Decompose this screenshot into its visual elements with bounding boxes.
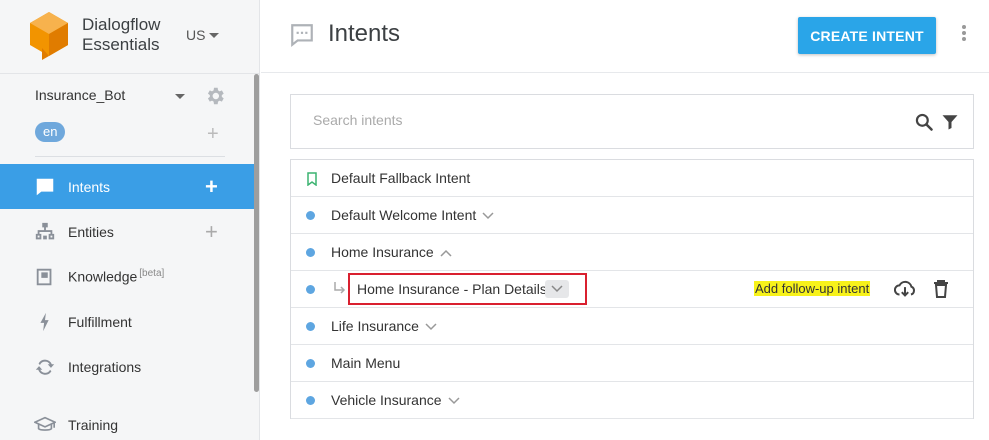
caret-down-icon [209, 32, 220, 38]
entities-icon [35, 222, 55, 240]
search-input[interactable] [313, 112, 873, 128]
region-label: US [186, 27, 206, 43]
intent-name[interactable]: Life Insurance [331, 318, 419, 334]
sidebar-item-label: Fulfillment [68, 313, 132, 330]
trash-icon[interactable] [933, 279, 949, 299]
sidebar: Dialogflow Essentials US Insurance_Bot e… [0, 0, 260, 440]
sidebar-scrollbar[interactable] [254, 74, 259, 392]
intents-list: Default Fallback Intent Default Welcome … [290, 159, 974, 419]
intent-status-dot [306, 285, 315, 294]
brand-header: Dialogflow Essentials US [0, 0, 259, 74]
create-intent-button[interactable]: CREATE INTENT [798, 17, 936, 54]
main-panel: Intents CREATE INTENT Default Fallback I… [261, 0, 989, 440]
intent-name-wrap: Vehicle Insurance [331, 392, 460, 408]
language-badge[interactable]: en [35, 122, 66, 142]
chevron-down-icon [551, 285, 563, 293]
sidebar-divider [35, 156, 225, 157]
intent-name[interactable]: Home Insurance - Plan Details [357, 281, 547, 297]
beta-badge: [beta] [139, 268, 165, 280]
intent-row[interactable]: Default Welcome Intent [291, 197, 973, 234]
sidebar-item-label: Intents [68, 178, 111, 195]
sidebar-item-label: Knowledge [beta] [68, 268, 164, 285]
intent-name-wrap: Home Insurance [331, 244, 452, 260]
intent-status-dot [306, 248, 315, 257]
expand-toggle[interactable] [545, 280, 569, 298]
sidebar-item-knowledge[interactable]: Knowledge [beta] [0, 254, 254, 299]
search-bar [290, 94, 974, 149]
sidebar-item-training[interactable]: Training [0, 402, 254, 440]
brand-line-1: Dialogflow [82, 15, 161, 34]
intent-row-selected[interactable]: Home Insurance - Plan Details Add follow… [291, 271, 973, 308]
chevron-down-icon[interactable] [482, 212, 494, 220]
intent-name[interactable]: Default Welcome Intent [331, 207, 476, 223]
search-icon[interactable] [914, 112, 934, 132]
bolt-icon [40, 312, 49, 332]
gear-icon[interactable] [204, 85, 226, 107]
intent-status-dot [306, 359, 315, 368]
agent-name[interactable]: Insurance_Bot [35, 87, 125, 103]
brand-name: Dialogflow Essentials [82, 15, 160, 55]
integrations-icon [35, 359, 55, 375]
sidebar-item-label: Training [68, 416, 119, 433]
bookmark-icon [307, 172, 317, 186]
intent-row[interactable]: Life Insurance [291, 308, 973, 345]
page-header: Intents CREATE INTENT [261, 0, 989, 73]
knowledge-label: Knowledge [68, 268, 138, 285]
intent-row[interactable]: Main Menu [291, 345, 973, 382]
intent-row[interactable]: Vehicle Insurance [291, 382, 973, 419]
chevron-up-icon[interactable] [440, 249, 452, 257]
sidebar-item-label: Integrations [68, 358, 142, 375]
intent-status-dot [306, 396, 315, 405]
chevron-down-icon[interactable] [425, 323, 437, 331]
training-icon [34, 416, 56, 431]
dialogflow-logo [30, 12, 68, 60]
more-vert-icon[interactable] [961, 24, 967, 42]
sidebar-item-label: Entities [68, 223, 114, 240]
cloud-download-icon[interactable] [894, 279, 916, 299]
intent-name[interactable]: Main Menu [331, 355, 400, 371]
add-language-icon[interactable]: + [207, 124, 219, 144]
sidebar-item-entities[interactable]: Entities + [0, 209, 254, 254]
subdirectory-arrow-icon [334, 282, 346, 294]
intent-name[interactable]: Default Fallback Intent [331, 170, 470, 186]
knowledge-icon [36, 268, 52, 286]
intent-name[interactable]: Vehicle Insurance [331, 392, 442, 408]
page-title: Intents [328, 20, 401, 47]
region-selector[interactable]: US [186, 27, 220, 43]
filter-icon[interactable] [941, 113, 959, 131]
intent-name[interactable]: Home Insurance [331, 244, 434, 260]
brand-line-2: Essentials [82, 35, 160, 54]
intent-name-wrap: Default Welcome Intent [331, 207, 494, 223]
add-intent-icon[interactable]: + [205, 175, 218, 198]
intent-status-dot [306, 322, 315, 331]
intent-name-wrap: Life Insurance [331, 318, 437, 334]
intents-icon [36, 178, 54, 196]
add-followup-intent-link[interactable]: Add follow-up intent [754, 281, 871, 296]
chevron-down-icon[interactable] [448, 397, 460, 405]
intents-header-icon [291, 24, 313, 48]
add-entity-icon[interactable]: + [205, 220, 218, 243]
intent-status-dot [306, 211, 315, 220]
intent-row[interactable]: Home Insurance [291, 234, 973, 271]
sidebar-item-intents[interactable]: Intents + [0, 164, 254, 209]
intent-row[interactable]: Default Fallback Intent [291, 160, 973, 197]
sidebar-item-fulfillment[interactable]: Fulfillment [0, 299, 254, 344]
agent-dropdown-icon[interactable] [175, 94, 185, 99]
sidebar-item-integrations[interactable]: Integrations [0, 344, 254, 389]
